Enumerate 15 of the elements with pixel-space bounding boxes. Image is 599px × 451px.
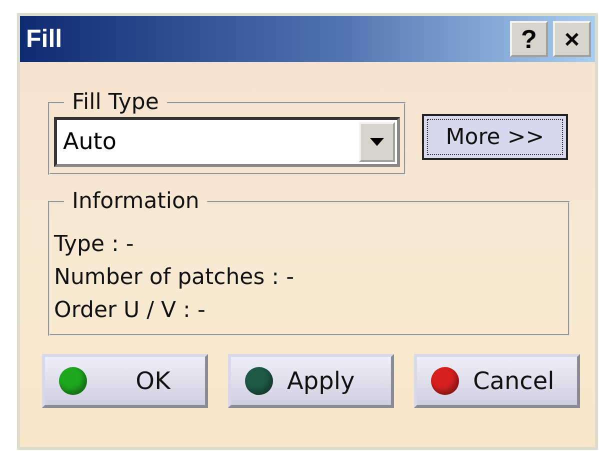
help-button[interactable]: ? <box>510 21 548 57</box>
group-legend: Fill Type <box>64 90 167 115</box>
close-button[interactable]: × <box>553 21 591 57</box>
fill-type-dropdown[interactable]: Auto <box>54 117 400 167</box>
dialog-button[interactable]: OK <box>42 354 208 408</box>
info-text: Type : - <box>54 231 135 259</box>
more-button[interactable]: More >> <box>422 114 568 160</box>
dialog-button[interactable]: Cancel <box>414 354 580 408</box>
window-title: Fill <box>26 24 62 54</box>
dialog-button[interactable]: Apply <box>228 354 394 408</box>
group-legend: Information <box>64 189 208 214</box>
info-text: Order U / V : - <box>54 297 206 325</box>
dropdown-arrow-button[interactable] <box>359 122 395 162</box>
caret-icon <box>370 138 384 146</box>
info-text: Number of patches : - <box>54 264 296 292</box>
